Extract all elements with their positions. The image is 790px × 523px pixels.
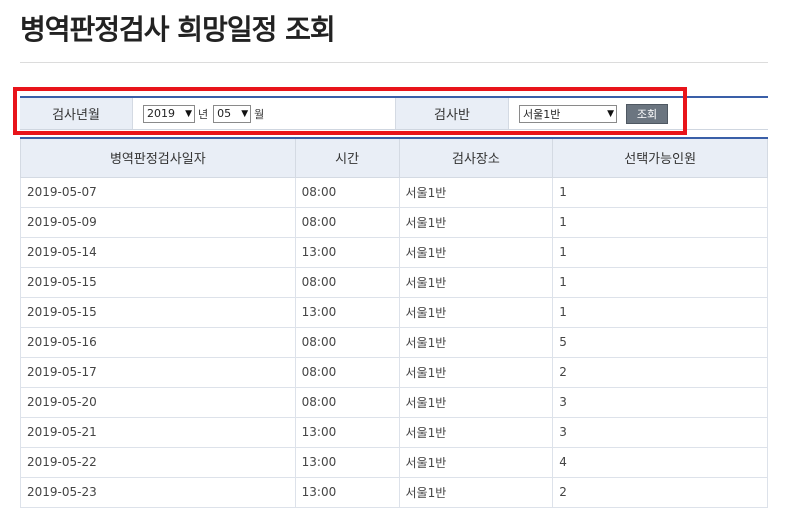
header-exam-date: 병역판정검사일자 [20, 137, 296, 178]
table-header-row: 병역판정검사일자 시간 검사장소 선택가능인원 [20, 137, 768, 178]
cell-time: 13:00 [294, 416, 400, 448]
year-select[interactable]: 2019 ▼ [143, 104, 195, 123]
cell-exam-date: 2019-05-15 [20, 266, 296, 298]
cell-available-count: 1 [552, 266, 768, 298]
cell-exam-place: 서울1반 [398, 266, 554, 298]
exam-team-select[interactable]: 서울1반 ▼ [519, 104, 617, 123]
cell-available-count: 1 [552, 296, 768, 328]
header-available-count: 선택가능인원 [552, 137, 768, 178]
cell-exam-place: 서울1반 [398, 356, 554, 388]
table-row: 2019-05-22 13:00 서울1반 4 [20, 446, 768, 478]
cell-available-count: 1 [552, 206, 768, 238]
chevron-down-icon: ▼ [607, 108, 614, 119]
title-divider [20, 62, 768, 63]
header-exam-place: 검사장소 [398, 137, 554, 178]
cell-time: 13:00 [294, 296, 400, 328]
table-row: 2019-05-09 08:00 서울1반 1 [20, 206, 768, 238]
table-row: 2019-05-17 08:00 서울1반 2 [20, 356, 768, 388]
table-row: 2019-05-21 13:00 서울1반 3 [20, 416, 768, 448]
cell-exam-place: 서울1반 [398, 386, 554, 418]
chevron-down-icon: ▼ [241, 108, 249, 119]
cell-time: 08:00 [294, 176, 400, 208]
cell-available-count: 1 [552, 176, 768, 208]
cell-time: 13:00 [294, 446, 400, 478]
cell-exam-date: 2019-05-22 [20, 446, 296, 478]
cell-exam-place: 서울1반 [398, 476, 554, 508]
table-row: 2019-05-14 13:00 서울1반 1 [20, 236, 768, 268]
cell-exam-date: 2019-05-09 [20, 206, 296, 238]
cell-available-count: 4 [552, 446, 768, 478]
month-unit: 월 [254, 107, 265, 121]
header-time: 시간 [294, 137, 400, 178]
cell-time: 08:00 [294, 386, 400, 418]
cell-exam-date: 2019-05-07 [20, 176, 296, 208]
cell-available-count: 5 [552, 326, 768, 358]
cell-time: 08:00 [294, 356, 400, 388]
cell-exam-place: 서울1반 [398, 446, 554, 478]
cell-exam-date: 2019-05-15 [20, 296, 296, 328]
year-select-value: 2019 [147, 107, 175, 120]
table-row: 2019-05-15 08:00 서울1반 1 [20, 266, 768, 298]
search-bar: 검사년월 2019 ▼ 년 05 ▼ 월 검사반 서울1반 ▼ 조회 [20, 96, 768, 130]
exam-team-field: 서울1반 ▼ 조회 [508, 98, 768, 129]
cell-exam-date: 2019-05-14 [20, 236, 296, 268]
cell-available-count: 2 [552, 476, 768, 508]
cell-exam-place: 서울1반 [398, 296, 554, 328]
cell-available-count: 3 [552, 416, 768, 448]
month-select[interactable]: 05 ▼ [213, 104, 252, 123]
cell-exam-place: 서울1반 [398, 236, 554, 268]
table-row: 2019-05-16 08:00 서울1반 5 [20, 326, 768, 358]
exam-team-select-value: 서울1반 [523, 107, 561, 121]
chevron-down-icon: ▼ [185, 108, 192, 119]
cell-time: 13:00 [294, 476, 400, 508]
cell-exam-date: 2019-05-16 [20, 326, 296, 358]
cell-exam-date: 2019-05-23 [20, 476, 296, 508]
table-row: 2019-05-23 13:00 서울1반 2 [20, 476, 768, 508]
year-month-field: 2019 ▼ 년 05 ▼ 월 [132, 98, 396, 129]
table-row: 2019-05-07 08:00 서울1반 1 [20, 176, 768, 208]
cell-exam-date: 2019-05-17 [20, 356, 296, 388]
year-month-label: 검사년월 [20, 98, 132, 129]
cell-time: 08:00 [294, 206, 400, 238]
table-row: 2019-05-15 13:00 서울1반 1 [20, 296, 768, 328]
cell-exam-date: 2019-05-20 [20, 386, 296, 418]
exam-team-label: 검사반 [396, 98, 508, 129]
year-unit: 년 [198, 107, 209, 121]
cell-exam-place: 서울1반 [398, 326, 554, 358]
schedule-table: 병역판정검사일자 시간 검사장소 선택가능인원 2019-05-07 08:00 서… [20, 137, 768, 508]
cell-exam-date: 2019-05-21 [20, 416, 296, 448]
cell-available-count: 3 [552, 386, 768, 418]
cell-time: 13:00 [294, 236, 400, 268]
search-button[interactable]: 조회 [626, 103, 668, 124]
page-title: 병역판정검사 희망일정 조회 [20, 13, 336, 46]
cell-exam-place: 서울1반 [398, 206, 554, 238]
cell-available-count: 2 [552, 356, 768, 388]
cell-time: 08:00 [294, 266, 400, 298]
cell-exam-place: 서울1반 [398, 176, 554, 208]
cell-exam-place: 서울1반 [398, 416, 554, 448]
month-select-value: 05 [217, 107, 232, 120]
cell-time: 08:00 [294, 326, 400, 358]
table-row: 2019-05-20 08:00 서울1반 3 [20, 386, 768, 418]
cell-available-count: 1 [552, 236, 768, 268]
